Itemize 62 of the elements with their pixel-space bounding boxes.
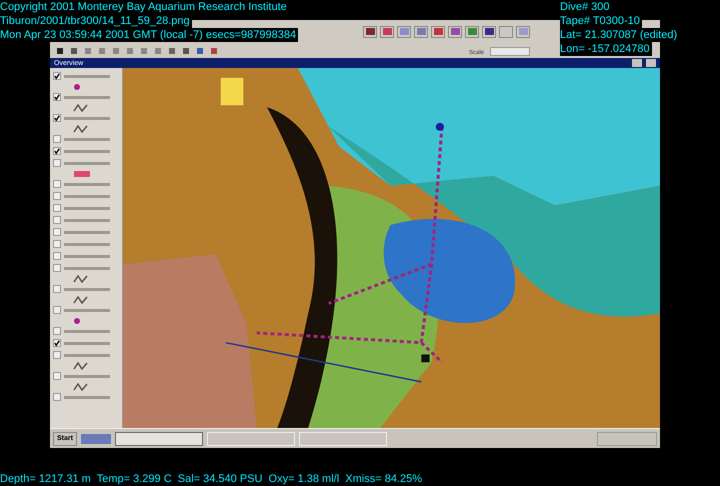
layer-checkbox[interactable] <box>53 147 61 155</box>
layer-name-bar[interactable] <box>64 230 110 234</box>
scale-field[interactable] <box>490 47 530 56</box>
layer-name-bar[interactable] <box>64 330 110 332</box>
layer-name-bar[interactable] <box>64 194 110 198</box>
toolbar-button[interactable] <box>54 46 65 56</box>
point-symbol-icon <box>73 82 81 90</box>
layer-checkbox[interactable] <box>53 228 61 236</box>
layer-name-bar[interactable] <box>64 218 110 222</box>
layer-name-bar[interactable] <box>64 374 110 378</box>
layer-name-bar[interactable] <box>64 308 110 312</box>
taskbar-task[interactable] <box>114 432 203 446</box>
layer-name-bar[interactable] <box>64 242 110 246</box>
line-symbol-icon <box>73 296 89 304</box>
layer-checkbox[interactable] <box>53 114 61 122</box>
overlay-text: Lat= 21.307087 (edited) <box>560 28 680 42</box>
layer-checkbox[interactable] <box>53 135 61 143</box>
toolbar-button[interactable] <box>180 46 191 56</box>
layer-checkbox[interactable] <box>53 393 61 401</box>
line-symbol-icon <box>73 382 89 390</box>
line-symbol-icon <box>73 274 89 282</box>
layer-name-bar[interactable] <box>64 162 110 164</box>
toolbar-button[interactable] <box>363 26 377 38</box>
layer-checkbox[interactable] <box>53 72 61 80</box>
layer-checkbox[interactable] <box>53 264 61 272</box>
layer-checkbox[interactable] <box>53 339 61 347</box>
area-symbol-icon <box>73 170 91 178</box>
layer-checkbox[interactable] <box>53 252 61 260</box>
layer-checkbox[interactable] <box>53 327 61 335</box>
layer-name-bar[interactable] <box>64 206 110 210</box>
layer-checkbox[interactable] <box>53 351 61 359</box>
overlay-text: Copyright 2001 Monterey Bay Aquarium Research Institute <box>0 0 289 14</box>
layer-name-bar[interactable] <box>64 138 110 140</box>
sensor-readout: Depth= 1217.31 m Temp= 3.299 C Sal= 34.540 PSU Oxy= 1.38 ml/l Xmiss= 84.25% <box>0 473 422 485</box>
layer-checkbox[interactable] <box>53 180 61 188</box>
layer-checkbox[interactable] <box>53 372 61 380</box>
overlay-text: Tape# T0300-10 <box>560 14 642 28</box>
layer-name-bar[interactable] <box>64 288 110 290</box>
overlay-text: Tiburon/2001/tbr300/14_11_59_28.png <box>0 14 192 28</box>
overlay-text: Lon= -157.024780 <box>560 42 652 56</box>
layer-checkbox[interactable] <box>53 306 61 314</box>
point-symbol-icon <box>73 316 81 324</box>
line-symbol-icon <box>73 362 89 370</box>
layer-checkbox[interactable] <box>53 240 61 248</box>
overlay-text: Mon Apr 23 03:59:44 2001 GMT (local -7) esecs=987998384 <box>0 28 298 42</box>
layer-checkbox[interactable] <box>53 93 61 101</box>
layer-checkbox[interactable] <box>53 285 61 293</box>
quick-launch-icon[interactable] <box>80 434 111 444</box>
layer-checkbox[interactable] <box>53 204 61 212</box>
layer-name-bar[interactable] <box>64 354 110 356</box>
layer-checkbox[interactable] <box>53 192 61 200</box>
layer-name-bar[interactable] <box>64 254 110 258</box>
toolbar-button[interactable] <box>68 46 79 56</box>
layer-name-bar[interactable] <box>64 396 110 398</box>
line-symbol-icon <box>73 104 89 112</box>
layer-name-bar[interactable] <box>64 266 110 270</box>
layer-name-bar[interactable] <box>64 182 110 186</box>
layer-checkbox[interactable] <box>53 216 61 224</box>
line-symbol-icon <box>73 124 89 132</box>
toolbar-button[interactable] <box>482 26 496 38</box>
system-tray <box>597 432 657 446</box>
layer-checkbox[interactable] <box>53 159 61 167</box>
